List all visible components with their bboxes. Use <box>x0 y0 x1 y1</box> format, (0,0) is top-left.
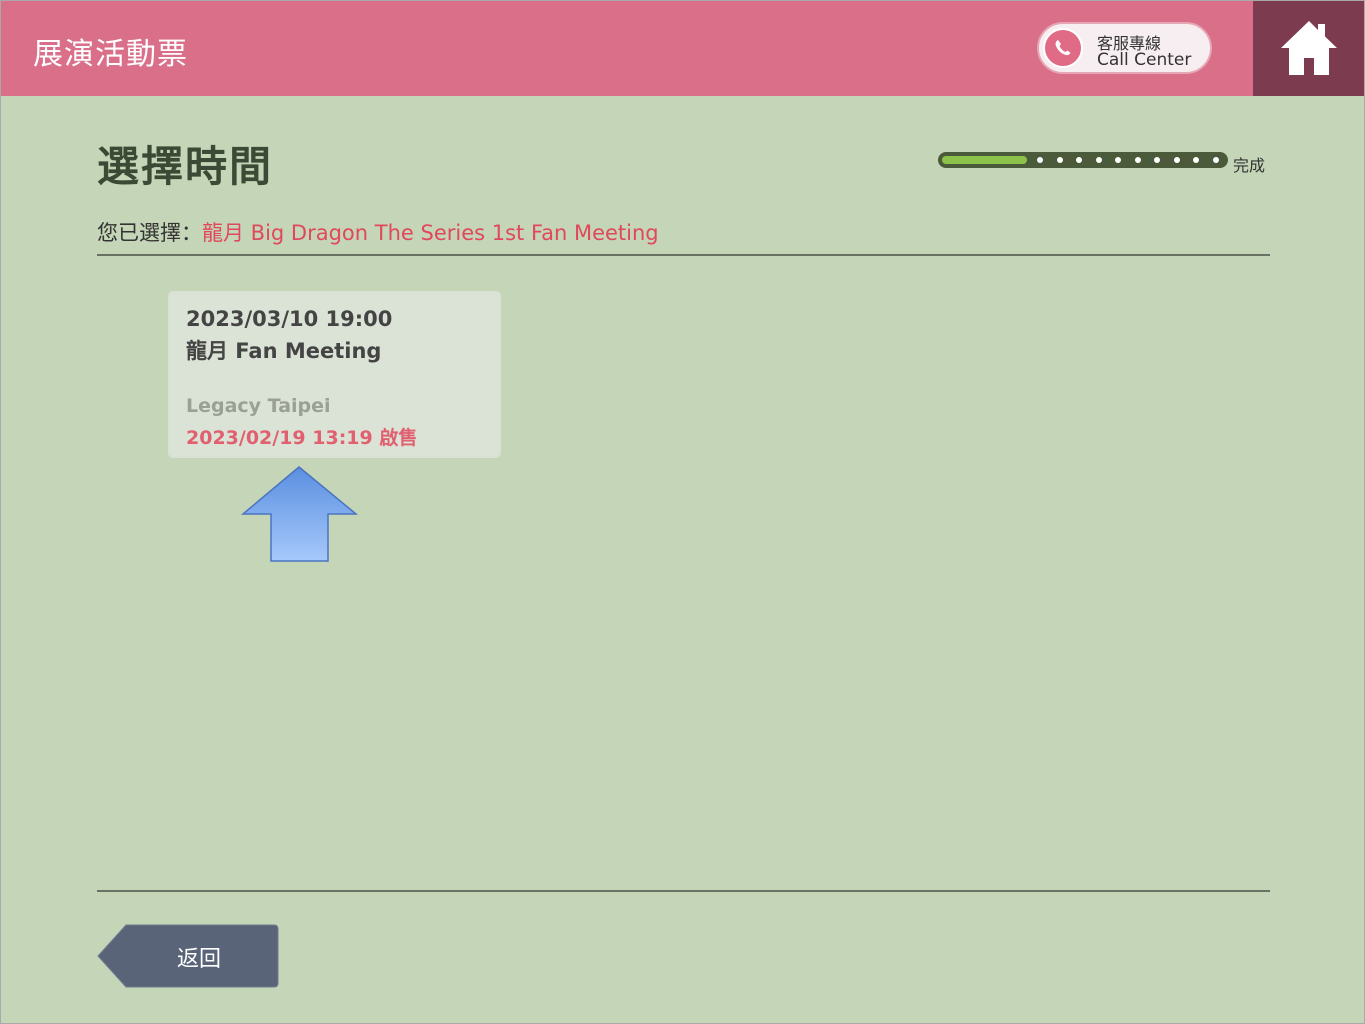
session-sale-time: 2023/02/19 13:19 啟售 <box>186 427 418 449</box>
progress-label: 完成 <box>1233 156 1266 175</box>
progress-step-dot <box>1154 157 1160 163</box>
divider-bottom <box>97 890 1270 892</box>
call-center-label-en: Call Center <box>1097 50 1192 70</box>
progress-bar-fill <box>942 156 1027 164</box>
selected-event-name: 龍月 Big Dragon The Series 1st Fan Meeting <box>202 221 659 245</box>
phone-icon <box>1043 28 1083 68</box>
home-icon <box>1281 21 1337 75</box>
progress-step-dot <box>1096 157 1102 163</box>
divider-top <box>97 254 1270 256</box>
progress-step-dot <box>1193 157 1199 163</box>
progress-step-dot <box>1213 157 1219 163</box>
page-title: 選擇時間 <box>97 142 274 191</box>
app-title: 展演活動票 <box>33 37 188 72</box>
progress-bar <box>938 152 1228 168</box>
progress-step-dot <box>1174 157 1180 163</box>
kiosk-screen: 展演活動票 客服專線 Call Center 選擇時間 完成 您已選擇：龍月 B… <box>0 0 1365 1024</box>
progress-step-dot <box>1135 157 1141 163</box>
header-bar: 展演活動票 客服專線 Call Center <box>1 1 1364 96</box>
session-venue: Legacy Taipei <box>186 395 331 417</box>
progress-step-dot <box>1076 157 1082 163</box>
call-center-button[interactable]: 客服專線 Call Center <box>1037 22 1212 74</box>
up-arrow-icon <box>241 466 359 562</box>
session-datetime: 2023/03/10 19:00 <box>186 307 393 331</box>
progress-step-dot <box>1037 157 1043 163</box>
selected-event-line: 您已選擇：龍月 Big Dragon The Series 1st Fan Me… <box>97 217 659 247</box>
back-button-label[interactable]: 返回 <box>177 941 221 973</box>
progress-step-dot <box>1057 157 1063 163</box>
session-card[interactable]: 2023/03/10 19:00 龍月 Fan Meeting Legacy T… <box>168 291 501 458</box>
selection-prefix: 您已選擇： <box>97 221 202 245</box>
home-button[interactable] <box>1253 1 1364 96</box>
session-name: 龍月 Fan Meeting <box>186 339 382 363</box>
progress-step-dot <box>1115 157 1121 163</box>
